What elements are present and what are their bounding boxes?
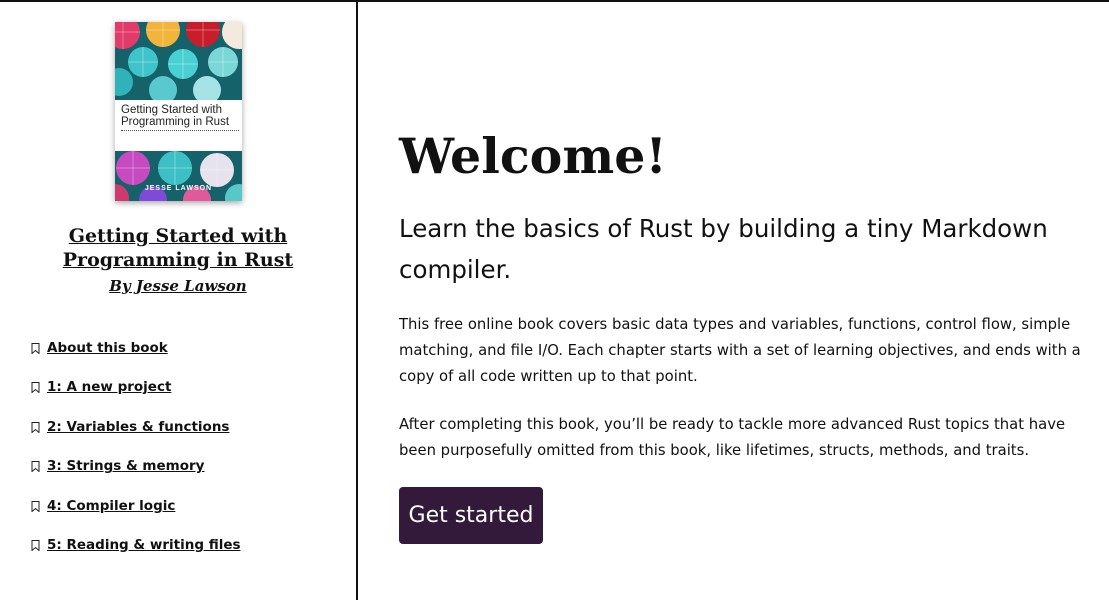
- cover-title: Getting Started with Programming in Rust: [121, 104, 241, 128]
- bookmark-icon: [31, 343, 40, 354]
- toc-item-about: About this book: [31, 340, 241, 379]
- sidebar: Getting Started with Programming in Rust…: [0, 2, 356, 600]
- toc-item-chapter-2: 2: Variables & functions: [31, 419, 241, 458]
- book-title-line2: Programming in Rust: [62, 249, 294, 271]
- bookmark-icon: [31, 382, 40, 394]
- toc-item-chapter-1: 1: A new project: [31, 379, 241, 418]
- toc-link-about[interactable]: About this book: [47, 340, 168, 356]
- bookmark-icon: [31, 500, 40, 512]
- bookmark-icon: [31, 421, 40, 433]
- book-title-line1: Getting Started with: [68, 225, 288, 247]
- page-title: Welcome!: [399, 127, 667, 185]
- bookmark-icon: [31, 539, 40, 551]
- outcome-paragraph: After completing this book, you’ll be re…: [399, 416, 1066, 459]
- main-content: Welcome! Learn the basics of Rust by bui…: [399, 0, 1089, 600]
- toc-link-chapter-4[interactable]: 4: Compiler logic: [47, 498, 175, 514]
- toc-link-chapter-5[interactable]: 5: Reading & writing files: [47, 537, 241, 553]
- toc-link-chapter-2[interactable]: 2: Variables & functions: [47, 419, 229, 435]
- vertical-divider: [356, 0, 358, 600]
- cover-title-line1: Getting Started with: [121, 104, 222, 116]
- toc-item-chapter-3: 3: Strings & memory: [31, 458, 241, 497]
- book-cover-image[interactable]: Getting Started with Programming in Rust…: [115, 22, 242, 201]
- lead-text: Learn the basics of Rust by building a t…: [399, 214, 1048, 284]
- toc-item-chapter-4: 4: Compiler logic: [31, 498, 241, 537]
- cover-author: JESSE LAWSON: [144, 185, 213, 192]
- cover-title-line2: Programming in Rust: [121, 116, 230, 128]
- book-title-link[interactable]: Getting Started with Programming in Rust: [40, 224, 316, 272]
- intro-paragraph: This free online book covers basic data …: [399, 316, 1081, 385]
- get-started-button[interactable]: Get started: [399, 487, 543, 544]
- cover-subtitle-rule: [121, 130, 239, 132]
- book-author-link[interactable]: By Jesse Lawson: [40, 277, 316, 295]
- bookmark-icon: [31, 461, 40, 473]
- table-of-contents: About this book 1: A new project 2: Vari…: [31, 340, 241, 576]
- toc-link-chapter-1[interactable]: 1: A new project: [47, 379, 171, 395]
- toc-item-chapter-5: 5: Reading & writing files: [31, 537, 241, 576]
- toc-link-chapter-3[interactable]: 3: Strings & memory: [47, 458, 204, 474]
